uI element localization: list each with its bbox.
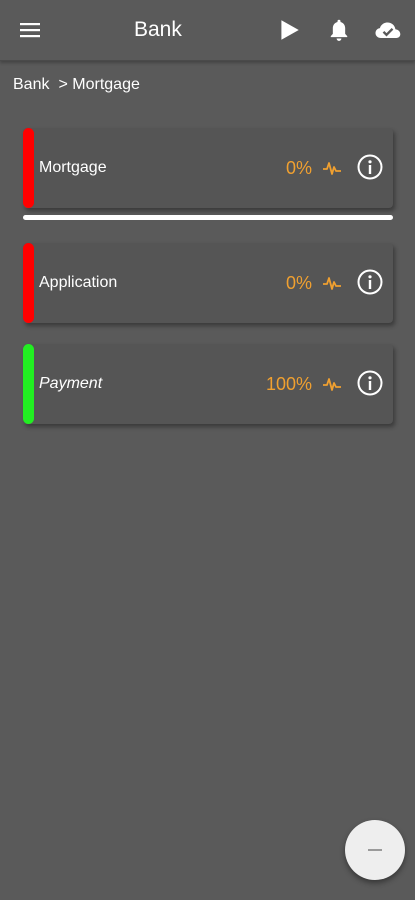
minus-icon <box>368 849 382 851</box>
menu-icon[interactable] <box>18 18 42 42</box>
item-label: Application <box>39 274 118 291</box>
app-bar: Bank <box>0 0 415 61</box>
breadcrumb-separator: > <box>58 76 68 93</box>
item-percent: 0% <box>285 158 312 178</box>
info-icon[interactable] <box>357 370 383 396</box>
list-item-mortgage[interactable]: Mortgage 0% <box>23 128 393 208</box>
collapse-fab-button[interactable] <box>345 820 405 880</box>
app-title: Bank <box>134 18 182 41</box>
cloud-check-icon[interactable] <box>374 17 402 43</box>
breadcrumb-current: Mortgage <box>72 76 140 93</box>
progress-line <box>23 215 393 220</box>
item-label: Mortgage <box>39 159 107 176</box>
status-indicator-green <box>23 344 34 424</box>
list-item-payment[interactable]: Payment 100% <box>23 344 393 424</box>
item-label: Payment <box>39 375 103 392</box>
item-percent: 0% <box>285 273 312 293</box>
pulse-icon[interactable] <box>322 274 342 292</box>
item-percent: 100% <box>265 374 312 394</box>
bell-icon[interactable] <box>326 17 352 43</box>
status-indicator-red <box>23 128 34 208</box>
breadcrumb-root[interactable]: Bank <box>13 76 49 93</box>
status-indicator-red <box>23 243 34 323</box>
pulse-icon[interactable] <box>322 375 342 393</box>
list-item-application[interactable]: Application 0% <box>23 243 393 323</box>
info-icon[interactable] <box>357 154 383 180</box>
breadcrumb: Bank > Mortgage <box>13 75 140 95</box>
play-icon[interactable] <box>276 17 302 43</box>
info-icon[interactable] <box>357 269 383 295</box>
pulse-icon[interactable] <box>322 159 342 177</box>
